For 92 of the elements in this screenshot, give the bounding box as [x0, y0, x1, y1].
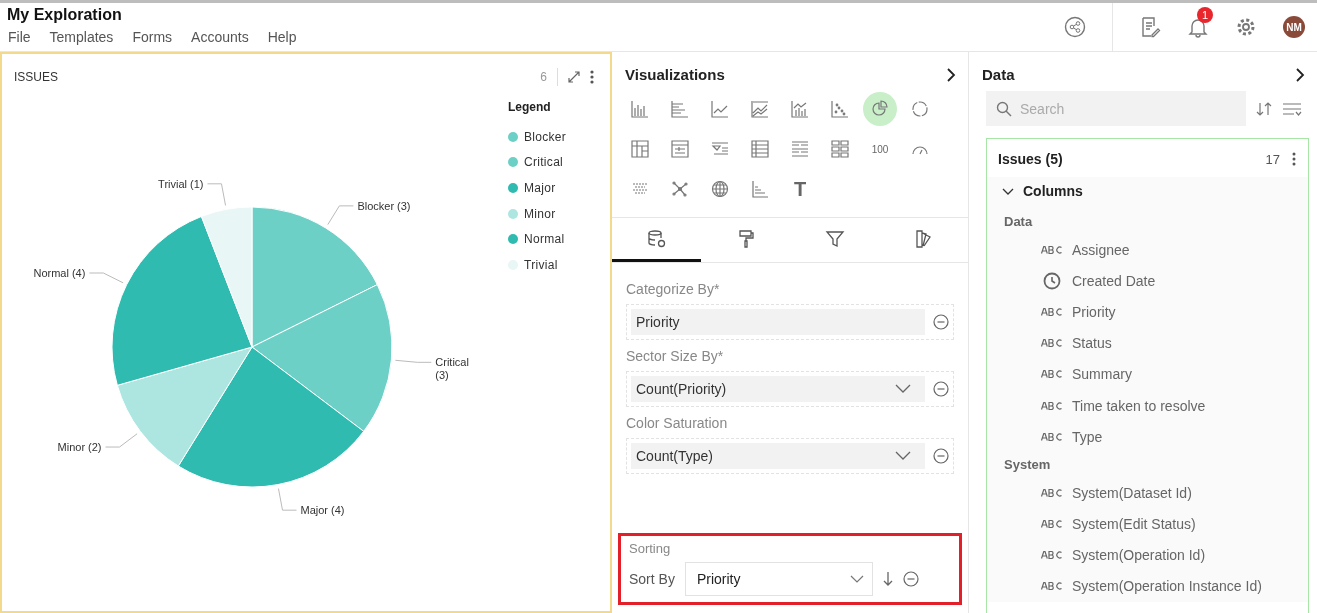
menu-item[interactable]: Help: [266, 29, 303, 45]
group-label: Data: [1003, 213, 1034, 231]
field-label: Categorize By*: [626, 281, 721, 297]
search-icon: [996, 101, 1012, 117]
widget-title: ISSUES: [14, 70, 59, 84]
settings-icon[interactable]: [1235, 16, 1257, 38]
remove-icon[interactable]: [902, 571, 919, 587]
column-item[interactable]: Time taken to resolve: [1072, 397, 1206, 414]
more-options-icon[interactable]: [1292, 152, 1296, 166]
panel-title: Data: [982, 66, 1015, 83]
section-title: Columns: [1023, 183, 1083, 199]
filter-list-icon[interactable]: [1282, 100, 1302, 117]
slice-label: Critical (3): [435, 356, 469, 382]
chevron-down-icon: [849, 574, 864, 584]
column-count: 17: [1265, 151, 1280, 167]
leader-line: [88, 272, 124, 284]
legend-title: Legend: [508, 100, 552, 114]
leader-line: [207, 183, 227, 206]
row-count: 6: [540, 70, 547, 84]
remove-icon[interactable]: [933, 381, 949, 397]
legend-label: Blocker: [524, 129, 567, 144]
text-type-icon: [1041, 370, 1063, 379]
text-type-icon: [1041, 401, 1063, 410]
column-item[interactable]: System(Dataset Id): [1072, 484, 1192, 501]
clock-icon: [1041, 271, 1063, 290]
field-label: Sector Size By*: [626, 348, 725, 364]
text-type-icon: [1041, 432, 1063, 441]
chart-type-button[interactable]: 100: [863, 132, 897, 166]
leader-line: [394, 359, 432, 363]
notification-count: 1: [1197, 7, 1213, 23]
data-icon: [646, 228, 667, 249]
pie-chart-icon[interactable]: [863, 92, 897, 126]
input-field[interactable]: Priority: [631, 309, 925, 335]
text-type-icon: [1041, 339, 1063, 348]
leader-line: [327, 205, 354, 226]
column-item[interactable]: Status: [1072, 335, 1112, 352]
text-type-icon: [1041, 245, 1063, 254]
legend-label: Major: [524, 181, 556, 195]
expand-icon[interactable]: [568, 71, 580, 83]
text-type-icon: [1041, 551, 1063, 560]
column-item[interactable]: Created Date: [1072, 272, 1156, 289]
more-options-icon[interactable]: [590, 70, 594, 84]
chevron-down-icon: [895, 384, 911, 394]
text-type-icon: [1041, 488, 1063, 497]
chevron-down-icon: [895, 451, 911, 461]
slice-label: Normal (4): [33, 267, 86, 279]
slice-label: Trivial (1): [158, 177, 204, 190]
legend-label: Minor: [524, 206, 556, 221]
text-type-icon: [1041, 307, 1063, 316]
column-item[interactable]: Summary: [1072, 366, 1132, 383]
dataset-name[interactable]: Issues (5): [998, 151, 1254, 167]
text-type-icon: [1041, 520, 1063, 529]
legend-label: Normal: [524, 232, 565, 247]
sort-descending-icon[interactable]: [882, 571, 893, 587]
group-label: System: [1003, 456, 1052, 475]
menu-item[interactable]: Accounts: [190, 29, 255, 45]
slice-label: Major (4): [300, 504, 345, 517]
field-label: Color Saturation: [626, 415, 729, 431]
menu-item[interactable]: File: [7, 29, 37, 45]
user-avatar[interactable]: NM: [1283, 16, 1305, 38]
share-icon[interactable]: [1064, 16, 1086, 38]
remove-icon[interactable]: [933, 448, 949, 464]
slice-label: Minor (2): [57, 441, 102, 454]
edit-note-icon[interactable]: [1139, 16, 1161, 38]
dropdown-field[interactable]: Count(Priority): [631, 376, 925, 402]
column-item[interactable]: Type: [1072, 428, 1103, 445]
column-item[interactable]: Assignee: [1072, 241, 1130, 258]
window-title: My Exploration: [7, 6, 123, 24]
column-item[interactable]: Priority: [1072, 303, 1116, 320]
column-item[interactable]: System(Edit Status): [1072, 516, 1196, 533]
chevron-right-icon[interactable]: [1295, 67, 1305, 82]
section-title: Sorting: [629, 541, 672, 556]
slice-label: Blocker (3): [357, 199, 411, 212]
column-item[interactable]: System(Operation Instance Id): [1072, 578, 1262, 595]
panel-title: Visualizations: [625, 66, 725, 83]
menu-item[interactable]: Templates: [48, 29, 120, 45]
leader-line: [105, 433, 138, 448]
sort-by-label: Sort By: [629, 571, 675, 587]
chart-type-button[interactable]: T: [783, 172, 817, 206]
sort-icon[interactable]: [1256, 100, 1272, 117]
column-item[interactable]: System(Operation Id): [1072, 547, 1206, 564]
chevron-right-icon[interactable]: [946, 67, 956, 82]
text-type-icon: [1041, 582, 1063, 591]
dropdown-field[interactable]: Count(Type): [631, 443, 925, 469]
filter-icon: [824, 228, 845, 249]
leader-line: [277, 488, 297, 511]
remove-icon[interactable]: [933, 314, 949, 330]
legend-label: Critical: [524, 155, 564, 170]
sort-by-dropdown[interactable]: Priority: [684, 562, 873, 596]
search-field[interactable]: Search: [986, 91, 1246, 126]
legend-label: Trivial: [524, 257, 558, 272]
menu-item[interactable]: Forms: [131, 29, 179, 45]
